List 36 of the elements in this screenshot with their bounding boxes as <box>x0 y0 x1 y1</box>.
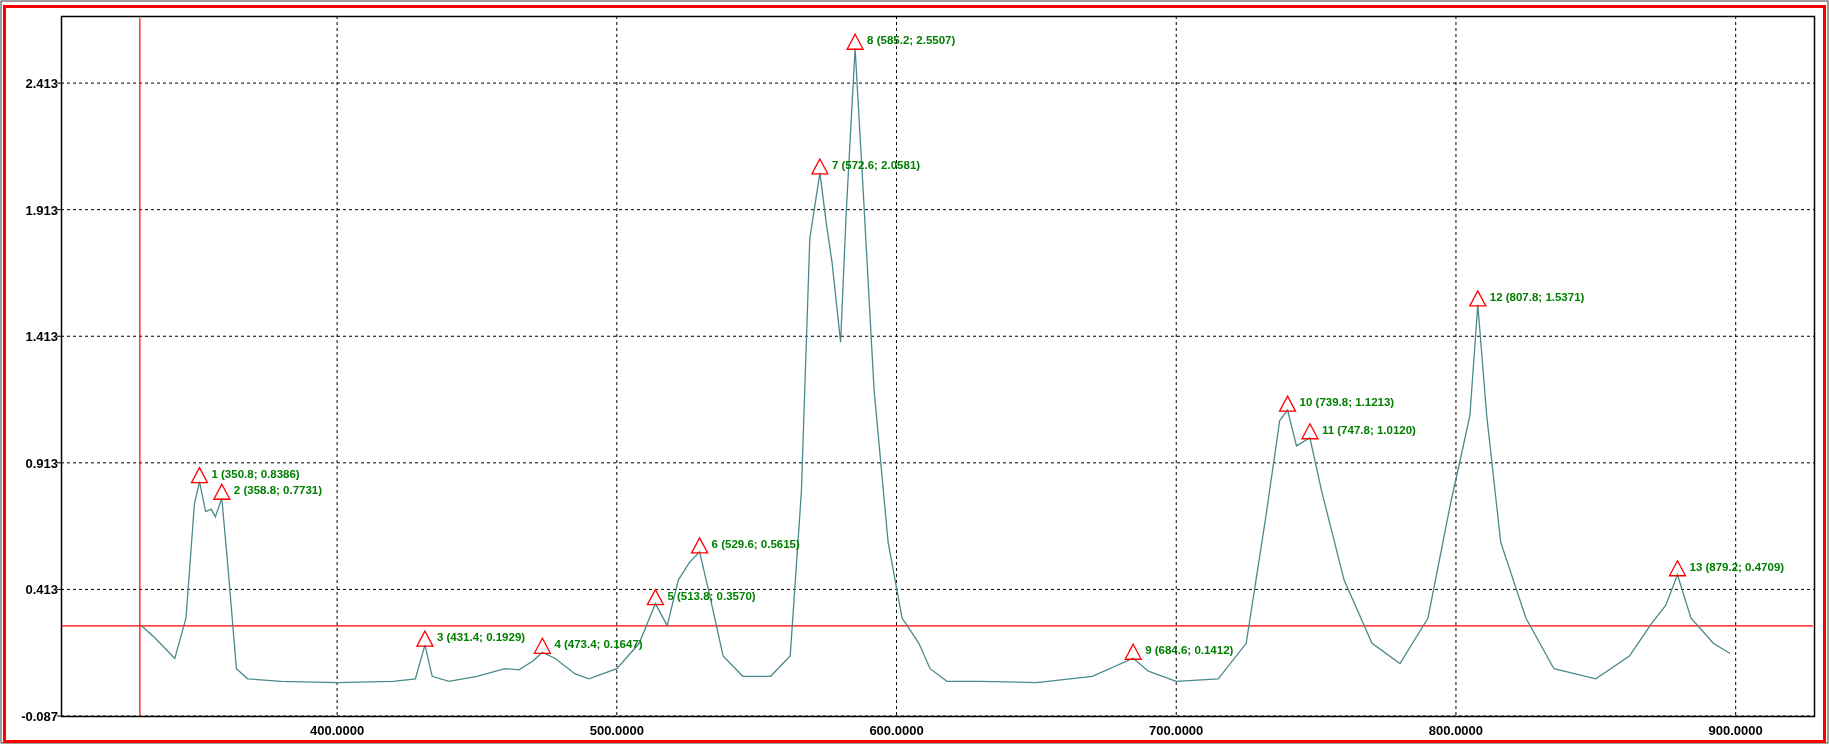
peak-label: 12 (807.8; 1.5371) <box>1489 290 1585 303</box>
peak-label: 6 (529.6; 0.5615) <box>711 537 800 550</box>
peak-label: 5 (513.8; 0.3570) <box>667 589 756 602</box>
peak-marker-icon <box>646 588 665 606</box>
y-axis-label: 2.413 <box>25 76 58 92</box>
peak-marker-icon <box>1668 559 1687 577</box>
peak-marker-icon <box>810 157 829 175</box>
peak-marker-icon <box>846 32 865 50</box>
x-axis-label: 700.0000 <box>1149 723 1204 738</box>
peak-label: 2 (358.8; 0.7731) <box>233 484 323 497</box>
y-axis-label: 0.913 <box>25 455 58 471</box>
peak-marker-icon <box>533 636 552 654</box>
y-axis-label: 1.913 <box>25 202 58 218</box>
peak-label: 10 (739.8; 1.1213) <box>1299 396 1395 409</box>
peak-marker-icon <box>1300 422 1320 440</box>
peak-label: 13 (879.2; 0.4709) <box>1689 560 1785 573</box>
x-axis-label: 500.0000 <box>589 723 644 738</box>
peak-label: 3 (431.4; 0.1929) <box>436 631 526 644</box>
x-axis-label: 900.0000 <box>1708 723 1763 738</box>
x-axis-label: 400.0000 <box>309 723 365 738</box>
peak-marker-icon <box>190 466 209 484</box>
x-axis-label: 600.0000 <box>869 723 924 738</box>
y-axis-label: 0.413 <box>25 582 58 598</box>
peak-marker-icon <box>1124 642 1143 660</box>
x-axis-label: 800.0000 <box>1428 723 1484 738</box>
peak-label: 11 (747.8; 1.0120) <box>1321 423 1416 436</box>
peak-label: 9 (684.6; 0.1412) <box>1145 644 1234 657</box>
y-axis-label: 1.413 <box>25 329 58 345</box>
peak-marker-icon <box>690 536 709 554</box>
peak-marker-icon <box>212 482 231 500</box>
peak-marker-icon <box>415 629 434 647</box>
y-axis-label: -0.087 <box>21 709 58 724</box>
peak-label: 8 (585.2; 2.5507) <box>867 34 956 47</box>
peak-label: 1 (350.8; 0.8386) <box>211 467 300 480</box>
peak-marker-icon <box>1468 289 1487 307</box>
peak-marker-icon <box>1278 394 1297 412</box>
